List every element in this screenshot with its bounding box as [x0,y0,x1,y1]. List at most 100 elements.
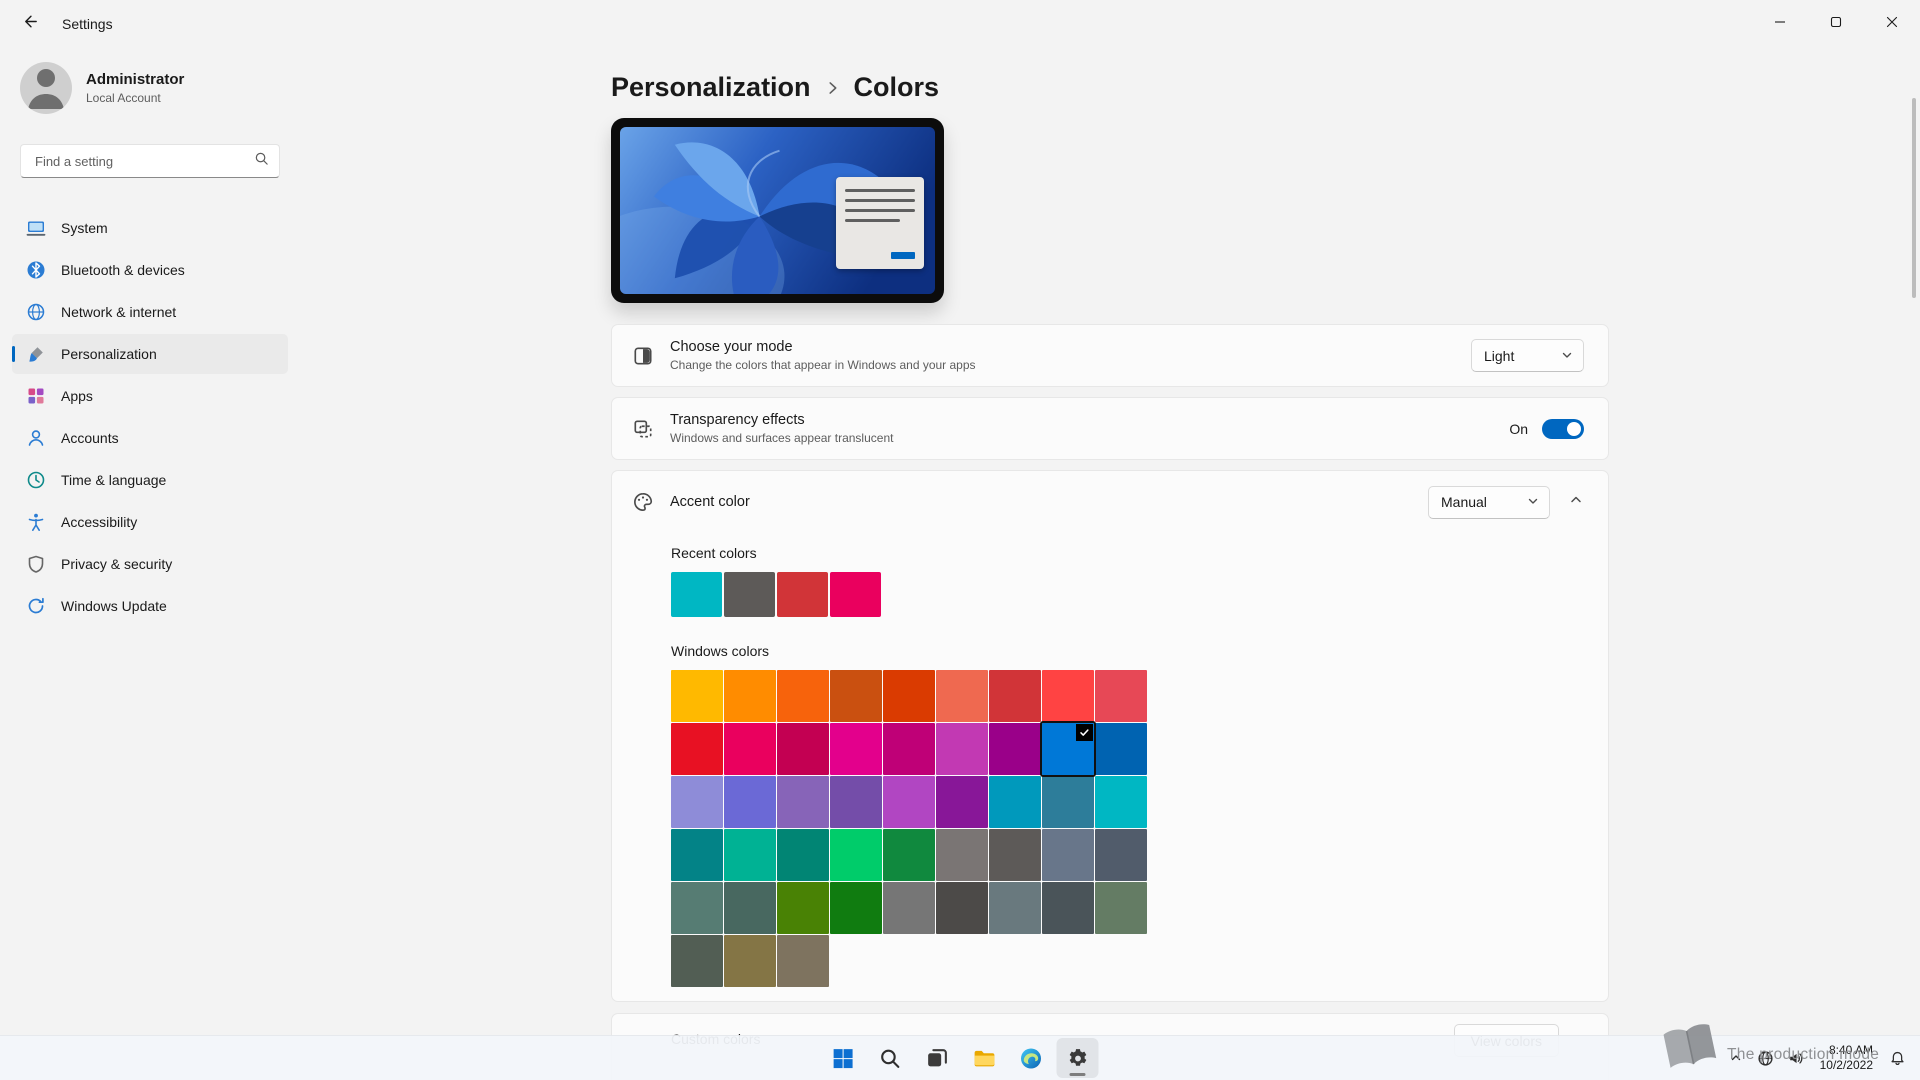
windows-color-19[interactable] [671,776,723,828]
windows-color-28[interactable] [671,829,723,881]
windows-color-10[interactable] [671,723,723,775]
taskbar-microsoft-edge[interactable] [1010,1038,1052,1078]
sidebar-item-time-language[interactable]: Time & language [12,460,288,500]
windows-color-25[interactable] [989,776,1041,828]
windows-color-7[interactable] [989,670,1041,722]
windows-color-6[interactable] [936,670,988,722]
mode-dropdown[interactable]: Light [1471,339,1584,372]
taskbar-settings[interactable] [1057,1038,1099,1078]
windows-color-9[interactable] [1095,670,1147,722]
user-profile[interactable]: Administrator Local Account [20,62,280,114]
tray-volume[interactable] [1781,1042,1811,1074]
windows-color-15[interactable] [936,723,988,775]
windows-color-47[interactable] [724,935,776,987]
windows-color-44[interactable] [1042,882,1094,934]
search-input[interactable] [33,153,254,170]
sidebar-item-privacy-security[interactable]: Privacy & security [12,544,288,584]
windows-color-14[interactable] [883,723,935,775]
sidebar-item-label: Apps [61,388,93,404]
windows-color-29[interactable] [724,829,776,881]
sidebar-item-network-internet[interactable]: Network & internet [12,292,288,332]
windows-color-42[interactable] [936,882,988,934]
accent-mode-dropdown[interactable]: Manual [1428,486,1550,519]
windows-color-12[interactable] [777,723,829,775]
user-name: Administrator [86,71,184,88]
close-button[interactable] [1864,0,1920,48]
back-button[interactable] [8,7,52,41]
windows-color-11[interactable] [724,723,776,775]
windows-color-37[interactable] [671,882,723,934]
sidebar-item-accessibility[interactable]: Accessibility [12,502,288,542]
windows-color-32[interactable] [883,829,935,881]
accent-color-header[interactable]: Accent color Manual [612,471,1608,533]
windows-color-46[interactable] [671,935,723,987]
sidebar-item-apps[interactable]: Apps [12,376,288,416]
taskbar-start[interactable] [822,1038,864,1078]
windows-color-30[interactable] [777,829,829,881]
scrollbar[interactable] [1912,98,1916,298]
windows-color-17[interactable] [1042,723,1094,775]
minimize-button[interactable] [1752,0,1808,48]
tray-network[interactable] [1751,1042,1781,1074]
bell-icon [1889,1050,1906,1067]
windows-color-3[interactable] [777,670,829,722]
windows-color-1[interactable] [671,670,723,722]
notifications-button[interactable] [1882,1042,1912,1074]
windows-color-5[interactable] [883,670,935,722]
windows-color-20[interactable] [724,776,776,828]
windows-color-35[interactable] [1042,829,1094,881]
tray-hidden-icons[interactable] [1721,1042,1751,1074]
time-language-icon [26,470,46,490]
windows-color-48[interactable] [777,935,829,987]
palette-icon [612,491,670,513]
person-icon [20,62,72,114]
sidebar-item-label: Privacy & security [61,556,172,572]
windows-color-40[interactable] [830,882,882,934]
sidebar-item-system[interactable]: System [12,208,288,248]
windows-color-39[interactable] [777,882,829,934]
windows-color-18[interactable] [1095,723,1147,775]
windows-color-27[interactable] [1095,776,1147,828]
windows-color-21[interactable] [777,776,829,828]
sidebar-item-windows-update[interactable]: Windows Update [12,586,288,626]
system-icon [26,218,46,238]
transparency-toggle[interactable] [1542,419,1584,439]
windows-color-34[interactable] [989,829,1041,881]
recent-color-2[interactable] [724,572,775,617]
windows-color-13[interactable] [830,723,882,775]
tray-date: 10/2/2022 [1820,1058,1873,1073]
windows-color-8[interactable] [1042,670,1094,722]
windows-color-24[interactable] [936,776,988,828]
windows-color-23[interactable] [883,776,935,828]
windows-color-36[interactable] [1095,829,1147,881]
windows-color-45[interactable] [1095,882,1147,934]
sidebar-item-personalization[interactable]: Personalization [12,334,288,374]
taskbar-task-view[interactable] [916,1038,958,1078]
tray-network-icon [1757,1050,1774,1067]
windows-color-4[interactable] [830,670,882,722]
windows-colors-label: Windows colors [671,643,1584,660]
windows-color-31[interactable] [830,829,882,881]
windows-color-16[interactable] [989,723,1041,775]
sidebar-item-accounts[interactable]: Accounts [12,418,288,458]
recent-color-3[interactable] [777,572,828,617]
search-box[interactable] [20,144,280,178]
windows-color-26[interactable] [1042,776,1094,828]
windows-color-2[interactable] [724,670,776,722]
recent-color-1[interactable] [671,572,722,617]
taskbar-search[interactable] [869,1038,911,1078]
maximize-button[interactable] [1808,0,1864,48]
windows-color-41[interactable] [883,882,935,934]
windows-color-43[interactable] [989,882,1041,934]
windows-color-38[interactable] [724,882,776,934]
recent-color-4[interactable] [830,572,881,617]
taskbar-file-explorer[interactable] [963,1038,1005,1078]
taskbar-clock[interactable]: 8:40 AM 10/2/2022 [1820,1043,1873,1073]
windows-color-33[interactable] [936,829,988,881]
window-mockup [836,177,924,269]
breadcrumb-personalization[interactable]: Personalization [611,70,811,104]
mode-title: Choose your mode [670,339,976,355]
accent-collapse-button[interactable] [1558,485,1594,519]
windows-color-22[interactable] [830,776,882,828]
sidebar-item-bluetooth-devices[interactable]: Bluetooth & devices [12,250,288,290]
